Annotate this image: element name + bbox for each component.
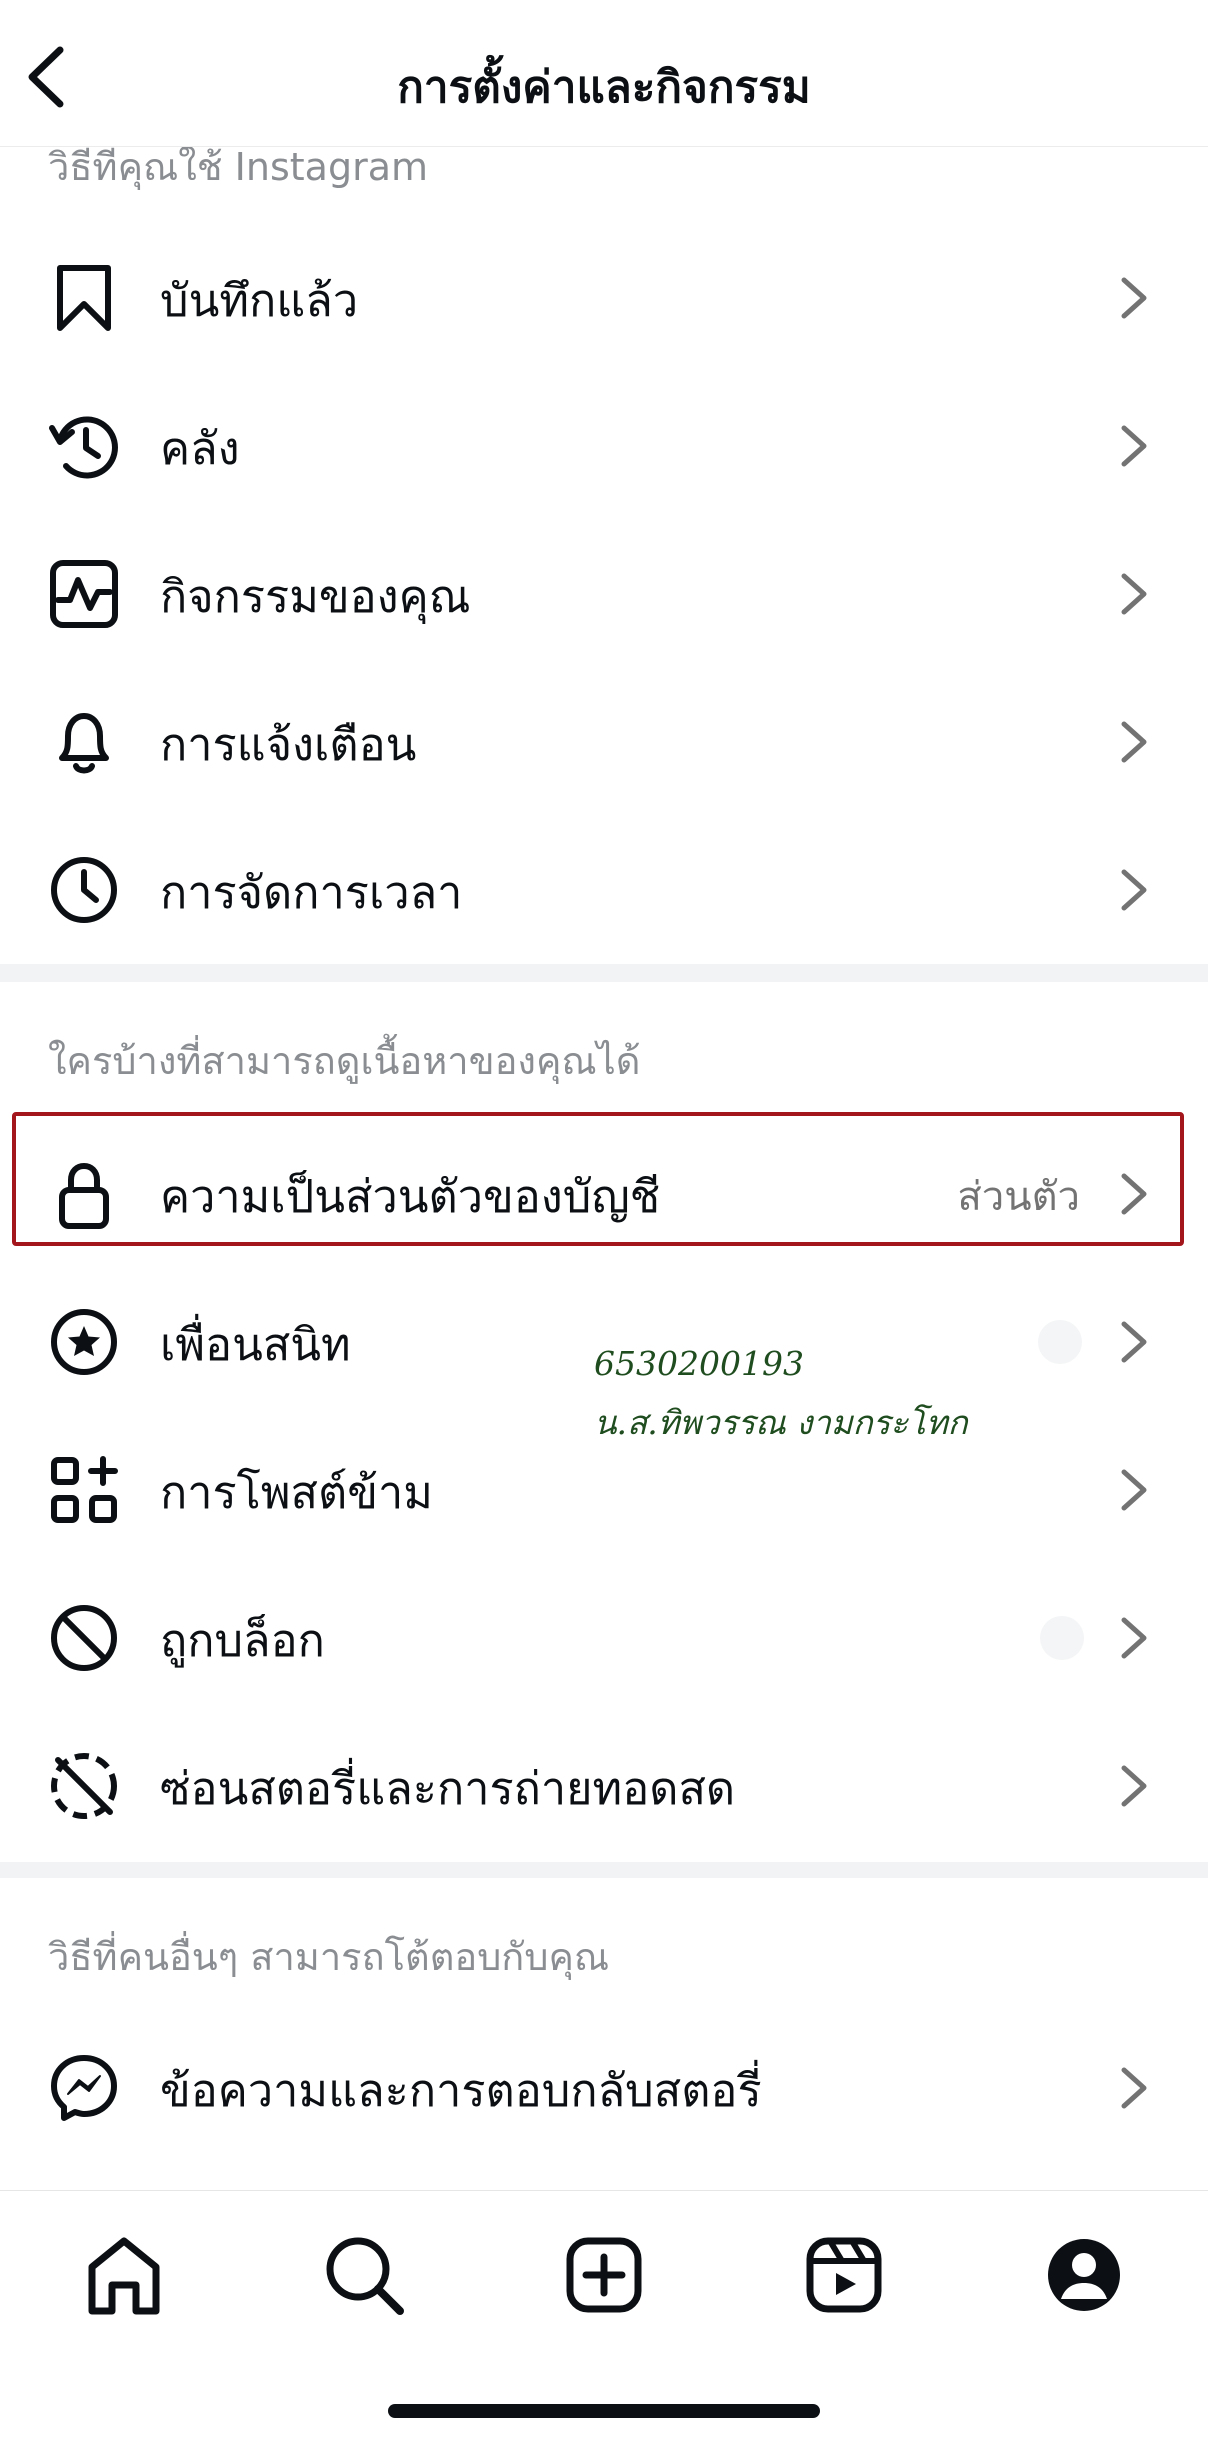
- chevron-right-icon: [1116, 866, 1152, 914]
- faded-count-badge: [1038, 1320, 1082, 1364]
- home-indicator: [388, 2404, 820, 2418]
- star-circle-icon: [48, 1306, 120, 1378]
- create-icon: [566, 2237, 642, 2313]
- home-icon: [88, 2237, 160, 2315]
- row-time-management[interactable]: การจัดการเวลา: [0, 814, 1208, 962]
- top-navigation-bar: การตั้งค่าและกิจกรรม: [0, 0, 1208, 147]
- blocked-icon: [48, 1602, 120, 1674]
- handwritten-student-id: 6530200193: [594, 1344, 804, 1383]
- row-hide-story[interactable]: ซ่อนสตอรี่และการถ่ายทอดสด: [0, 1710, 1208, 1858]
- chevron-right-icon: [1116, 1318, 1152, 1366]
- chevron-right-icon: [1116, 570, 1152, 618]
- row-label: ถูกบล็อก: [160, 1614, 325, 1667]
- row-label: บันทึกแล้ว: [160, 274, 359, 327]
- chevron-right-icon: [1116, 2064, 1152, 2112]
- chevron-right-icon: [1116, 274, 1152, 322]
- settings-list: วิธีที่คุณใช้ Instagram บันทึกแล้ว คลัง …: [0, 0, 1208, 2190]
- row-label: กิจกรรมของคุณ: [160, 570, 471, 623]
- faded-count-badge: [1040, 1616, 1084, 1660]
- page-title: การตั้งค่าและกิจกรรม: [397, 62, 811, 113]
- row-label: ซ่อนสตอรี่และการถ่ายทอดสด: [160, 1762, 736, 1815]
- profile-icon: [1048, 2239, 1120, 2311]
- row-messages[interactable]: ข้อความและการตอบกลับสตอรี่: [0, 2012, 1208, 2160]
- row-label: คลัง: [160, 422, 240, 475]
- bell-icon: [48, 706, 120, 778]
- history-icon: [48, 410, 120, 482]
- bookmark-icon: [48, 262, 120, 334]
- section-divider: [0, 1862, 1208, 1878]
- row-archive[interactable]: คลัง: [0, 370, 1208, 518]
- highlight-box: [12, 1112, 1184, 1246]
- home-tab[interactable]: [76, 2227, 172, 2323]
- row-label: การแจ้งเตือน: [160, 718, 417, 771]
- search-tab[interactable]: [316, 2227, 412, 2323]
- row-activity[interactable]: กิจกรรมของคุณ: [0, 518, 1208, 666]
- create-tab[interactable]: [556, 2227, 652, 2323]
- reels-icon: [806, 2237, 882, 2313]
- chevron-right-icon: [1116, 718, 1152, 766]
- messenger-icon: [48, 2052, 120, 2124]
- row-close-friends[interactable]: เพื่อนสนิท: [0, 1266, 1208, 1414]
- reels-tab[interactable]: [796, 2227, 892, 2323]
- row-saved[interactable]: บันทึกแล้ว: [0, 222, 1208, 370]
- activity-icon: [48, 558, 120, 630]
- row-label: การโพสต์ข้าม: [160, 1466, 433, 1519]
- section-header-interaction: วิธีที่คนอื่นๆ สามารถโต้ตอบกับคุณ: [48, 1935, 610, 1979]
- hide-story-icon: [48, 1750, 120, 1822]
- section-header-visibility: ใครบ้างที่สามารถดูเนื้อหาของคุณได้: [48, 1039, 641, 1083]
- profile-tab[interactable]: [1036, 2227, 1132, 2323]
- chevron-right-icon: [1116, 1466, 1152, 1514]
- search-icon: [326, 2237, 404, 2315]
- chevron-right-icon: [1116, 1614, 1152, 1662]
- handwritten-student-name: น.ส.ทิพวรรณ งามกระโทก: [594, 1403, 968, 1442]
- row-label: ข้อความและการตอบกลับสตอรี่: [160, 2064, 762, 2117]
- section-divider: [0, 964, 1208, 982]
- chevron-right-icon: [1116, 1762, 1152, 1810]
- row-label: เพื่อนสนิท: [160, 1318, 351, 1371]
- row-blocked[interactable]: ถูกบล็อก: [0, 1562, 1208, 1710]
- grid-plus-icon: [48, 1454, 120, 1526]
- clock-icon: [48, 854, 120, 926]
- row-label: การจัดการเวลา: [160, 866, 463, 919]
- row-notifications[interactable]: การแจ้งเตือน: [0, 666, 1208, 814]
- chevron-right-icon: [1116, 422, 1152, 470]
